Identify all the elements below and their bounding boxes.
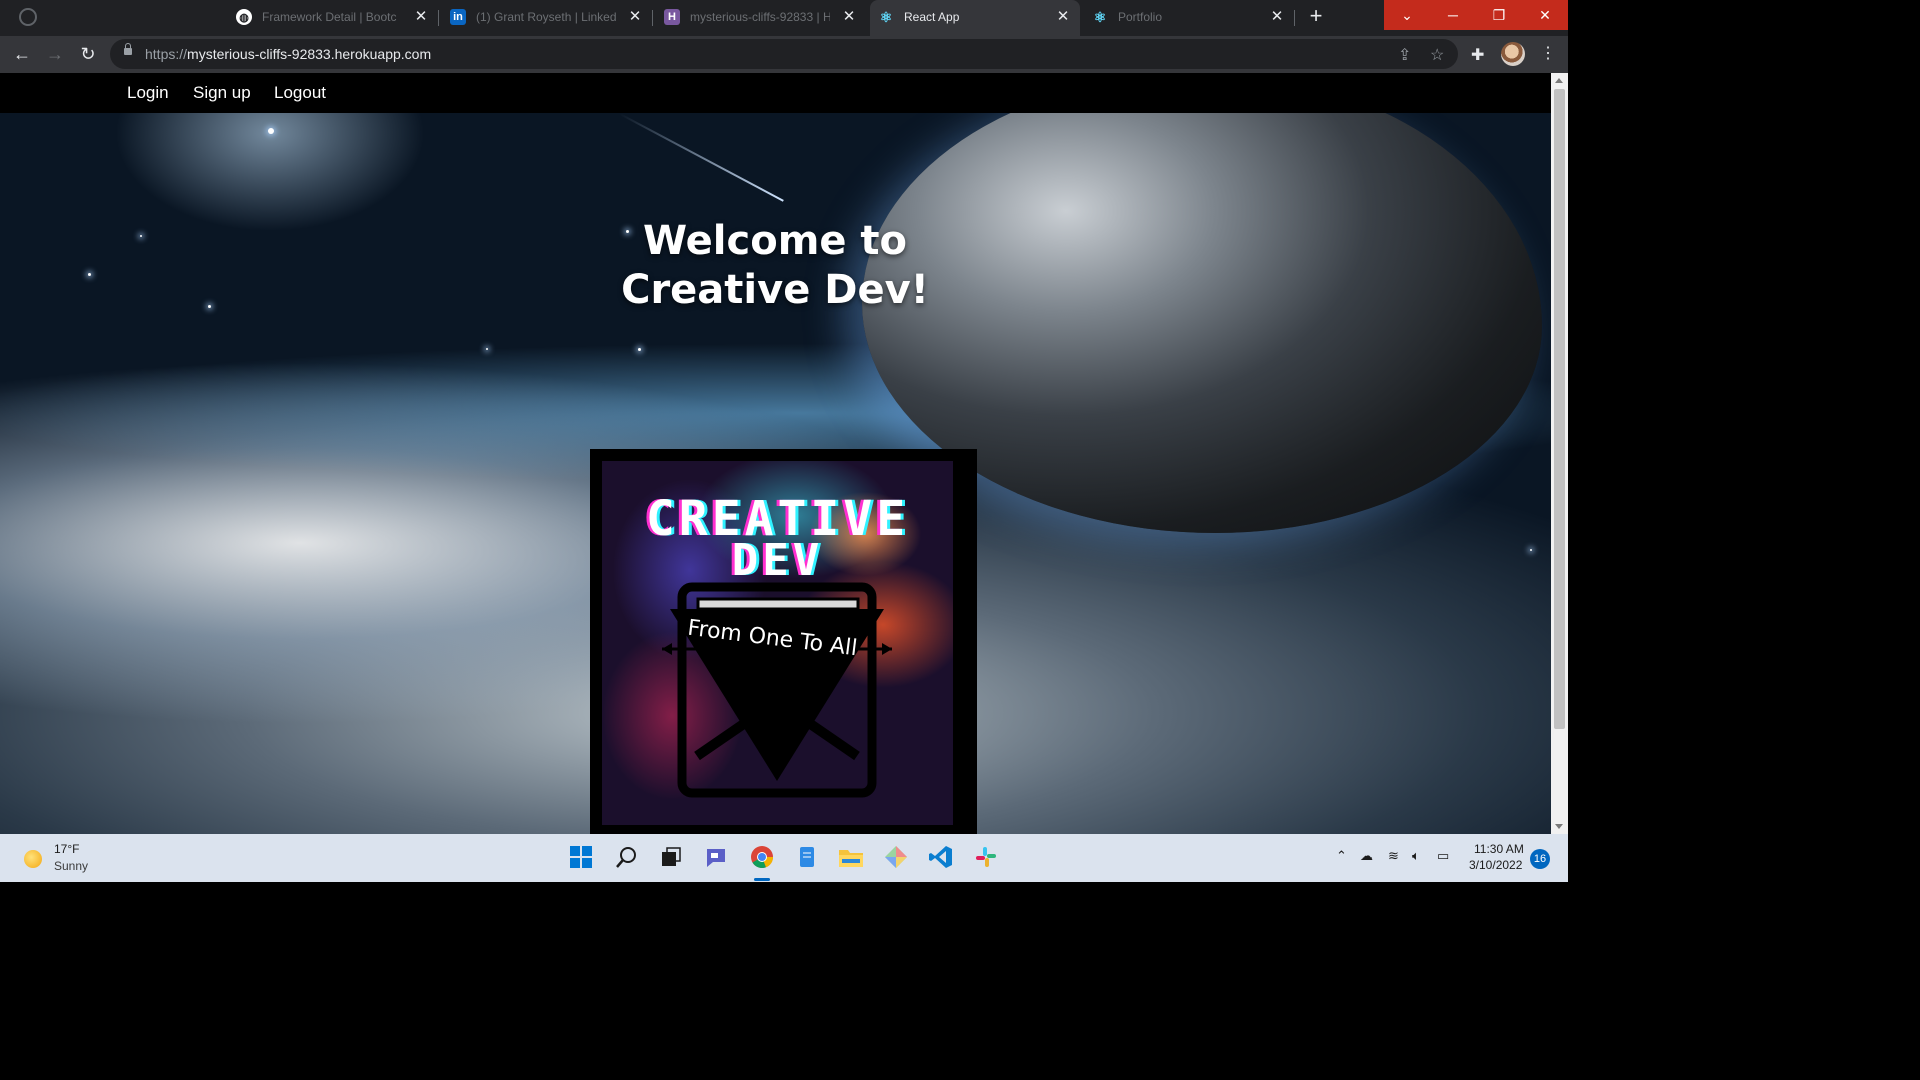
tab-react-app[interactable]: ⚛ React App ✕	[870, 0, 1080, 36]
weather-sun-icon[interactable]	[24, 850, 42, 868]
chrome-icon[interactable]	[749, 844, 775, 870]
close-tab-icon[interactable]: ✕	[1268, 8, 1286, 26]
page-viewport: Login Sign up Logout Welcome to Creative…	[0, 73, 1551, 834]
tab-title: Portfolio	[1118, 10, 1163, 24]
restore-button[interactable]: ❐	[1476, 0, 1522, 30]
star	[268, 128, 274, 134]
tab-bootcamp[interactable]: ◍ Framework Detail | Bootc ✕	[228, 0, 438, 36]
tab-title: Framework Detail | Bootc	[262, 10, 397, 24]
browser-toolbar: ← → ↻ https://mysterious-cliffs-92833.he…	[0, 36, 1568, 73]
battery-icon[interactable]: ▭	[1437, 848, 1449, 864]
slack-icon[interactable]	[973, 844, 999, 870]
tab-linkedin[interactable]: in (1) Grant Royseth | LinkedIn ✕	[442, 0, 652, 36]
hero-heading-line1: Welcome to	[642, 218, 908, 264]
close-tab-icon[interactable]: ✕	[1054, 8, 1072, 26]
page-scrollbar[interactable]	[1551, 73, 1568, 834]
heroku-icon: H	[664, 9, 680, 25]
show-hidden-icons-chevron-icon[interactable]: ⌃	[1336, 848, 1347, 864]
close-tab-icon[interactable]: ✕	[840, 8, 858, 26]
globe-icon: ◍	[236, 9, 252, 25]
tab-heroku[interactable]: H mysterious-cliffs-92833 | H ✕	[656, 0, 866, 36]
onedrive-cloud-icon[interactable]: ☁	[1360, 848, 1373, 864]
tab-search-button[interactable]: ⌄	[1384, 0, 1430, 30]
creative-dev-logo: CREATIVE DEV From One To All	[590, 449, 977, 834]
scroll-down-arrow-icon[interactable]	[1555, 824, 1563, 829]
star	[88, 273, 91, 276]
site-navbar: Login Sign up Logout	[0, 73, 1551, 113]
browser-tab-strip: ◍ Framework Detail | Bootc ✕ in (1) Gran…	[0, 0, 1568, 36]
tab-title: React App	[904, 10, 960, 24]
window-controls: ⌄ ─ ❐ ✕	[1384, 0, 1568, 30]
profile-avatar[interactable]	[1501, 42, 1525, 66]
url-text[interactable]: https://mysterious-cliffs-92833.herokuap…	[145, 46, 431, 62]
tab-divider	[438, 10, 439, 26]
search-icon[interactable]	[614, 844, 640, 870]
weather-condition[interactable]: Sunny	[54, 859, 88, 873]
task-view-icon[interactable]	[658, 844, 684, 870]
tab-divider	[652, 10, 653, 26]
tab-divider	[1294, 10, 1295, 26]
hero-heading-line2: Creative Dev!	[621, 267, 929, 313]
star	[140, 235, 142, 237]
linkedin-icon: in	[450, 9, 466, 25]
react-icon: ⚛	[879, 8, 893, 25]
scroll-up-arrow-icon[interactable]	[1555, 78, 1563, 83]
tab-title: (1) Grant Royseth | LinkedIn	[476, 10, 616, 24]
sourcetree-diamond-icon[interactable]	[883, 844, 909, 870]
star	[486, 348, 488, 350]
close-tab-icon[interactable]: ✕	[412, 8, 430, 26]
logo-title-line2: DEV	[731, 535, 824, 586]
logo-emblem-icon	[662, 582, 892, 798]
windows-start-icon[interactable]	[568, 844, 594, 870]
lock-icon[interactable]	[124, 43, 132, 55]
weather-temperature[interactable]: 17°F	[54, 842, 79, 856]
notification-badge[interactable]: 16	[1530, 849, 1550, 869]
hero-heading: Welcome to Creative Dev!	[540, 217, 1010, 315]
login-link[interactable]: Login	[127, 83, 169, 103]
teams-chat-icon[interactable]	[703, 844, 729, 870]
tab-title: mysterious-cliffs-92833 | H	[690, 10, 830, 24]
clock-time[interactable]: 11:30 AM	[1474, 842, 1524, 856]
file-explorer-icon[interactable]	[838, 844, 864, 870]
extensions-puzzle-icon[interactable]: ✚	[1471, 45, 1484, 65]
windows-taskbar: 17°F Sunny ⌃ ☁ ≋ 🔈︎ ▭ 11:30 AM 3/10/2022…	[0, 834, 1568, 882]
scrollbar-thumb[interactable]	[1554, 89, 1565, 729]
address-bar[interactable]: https://mysterious-cliffs-92833.herokuap…	[110, 39, 1458, 69]
minimize-button[interactable]: ─	[1430, 0, 1476, 30]
github-icon[interactable]	[19, 8, 37, 26]
reload-button[interactable]: ↻	[76, 42, 100, 66]
active-app-indicator	[754, 878, 770, 881]
shooting-star	[619, 113, 784, 202]
close-tab-icon[interactable]: ✕	[626, 8, 644, 26]
bookmark-star-icon[interactable]: ☆	[1430, 45, 1444, 65]
forward-button[interactable]: →	[43, 42, 67, 66]
browser-menu-icon[interactable]: ⋮	[1540, 43, 1556, 63]
share-icon[interactable]: ⇪	[1398, 45, 1411, 65]
logout-link[interactable]: Logout	[274, 83, 326, 103]
star	[638, 348, 641, 351]
back-button[interactable]: ←	[10, 42, 34, 66]
new-tab-button[interactable]: +	[1304, 4, 1328, 28]
star	[208, 305, 211, 308]
notepad-icon[interactable]	[794, 844, 820, 870]
react-icon: ⚛	[1093, 8, 1107, 25]
wifi-icon[interactable]: ≋	[1388, 848, 1399, 864]
star	[1530, 549, 1532, 551]
logo-artwork: CREATIVE DEV From One To All	[602, 461, 953, 825]
signup-link[interactable]: Sign up	[193, 83, 251, 103]
volume-icon[interactable]: 🔈︎	[1412, 848, 1420, 864]
tab-portfolio[interactable]: ⚛ Portfolio ✕	[1084, 0, 1294, 36]
close-window-button[interactable]: ✕	[1522, 0, 1568, 30]
clock-date[interactable]: 3/10/2022	[1469, 858, 1522, 872]
vscode-icon[interactable]	[928, 844, 954, 870]
